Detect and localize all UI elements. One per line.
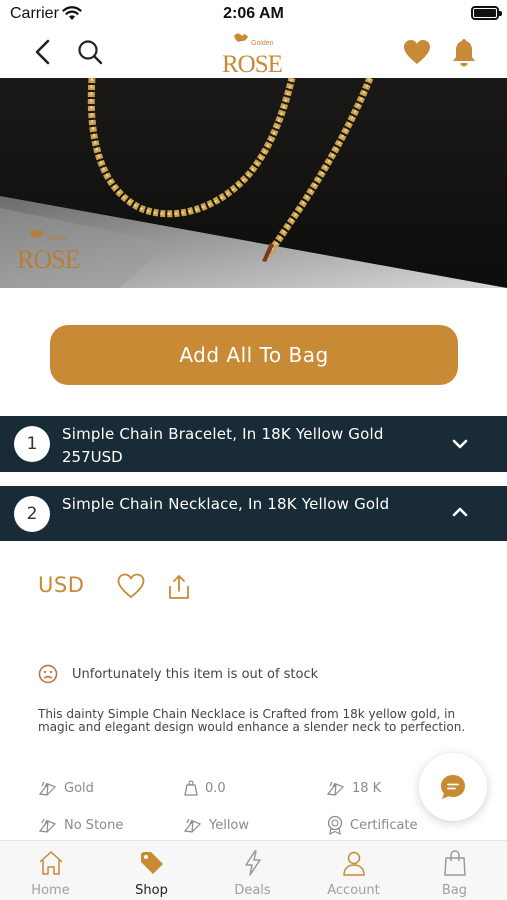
logo-small-text: Golden bbox=[251, 40, 274, 47]
certificate-icon bbox=[327, 815, 343, 835]
chevron-up-icon[interactable] bbox=[451, 506, 469, 518]
item-title: Simple Chain Necklace, In 18K Yellow Gol… bbox=[62, 495, 390, 513]
tab-bag[interactable]: Bag bbox=[404, 841, 505, 900]
item-title: Simple Chain Bracelet, In 18K Yellow Gol… bbox=[62, 425, 384, 443]
navigation-bar: Golden ROSE bbox=[0, 28, 507, 78]
notification-bell-icon[interactable] bbox=[450, 37, 478, 67]
tag-icon bbox=[140, 852, 163, 874]
attribute-metal-value: Gold bbox=[64, 780, 94, 796]
karat-icon bbox=[326, 781, 345, 796]
attribute-weight-value: 0.0 bbox=[205, 780, 226, 796]
tab-label: Shop bbox=[135, 883, 168, 898]
lightning-icon bbox=[244, 850, 261, 876]
bottom-tab-bar: Home Shop Deals Account Bag bbox=[0, 840, 507, 900]
price-currency: USD bbox=[38, 573, 85, 597]
bag-icon bbox=[443, 850, 466, 876]
stone-icon bbox=[38, 818, 57, 833]
attribute-metal: Gold bbox=[38, 778, 94, 798]
back-arrow-icon[interactable] bbox=[30, 38, 58, 66]
gem-icon bbox=[38, 781, 57, 796]
attribute-color: Yellow bbox=[183, 815, 249, 835]
watermark-small-text: Golden bbox=[48, 236, 67, 242]
chat-button[interactable] bbox=[419, 753, 487, 821]
out-of-stock-notice: Unfortunately this item is out of stock bbox=[38, 663, 318, 685]
status-bar: Carrier 2:06 AM bbox=[0, 0, 507, 28]
logo-main-text: ROSE bbox=[222, 51, 283, 76]
chat-bubble-icon bbox=[441, 775, 465, 799]
attribute-certificate-value: Certificate bbox=[350, 817, 418, 833]
product-image: Golden ROSE bbox=[0, 78, 507, 288]
item-number-badge: 2 bbox=[14, 496, 50, 532]
attribute-certificate: Certificate bbox=[326, 815, 418, 835]
tab-label: Account bbox=[327, 883, 380, 898]
attribute-stone-value: No Stone bbox=[64, 817, 124, 833]
share-icon[interactable] bbox=[166, 573, 192, 601]
chevron-down-icon[interactable] bbox=[451, 438, 469, 450]
bundle-item-bar[interactable]: 1 Simple Chain Bracelet, In 18K Yellow G… bbox=[0, 416, 507, 472]
clock: 2:06 AM bbox=[223, 5, 284, 22]
battery-icon bbox=[471, 6, 502, 20]
attribute-karat-value: 18 K bbox=[352, 780, 382, 796]
wishlist-heart-icon[interactable] bbox=[402, 38, 432, 66]
bundle-item-bar[interactable]: 2 Simple Chain Necklace, In 18K Yellow G… bbox=[0, 486, 507, 541]
product-description: This dainty Simple Chain Necklace is Cra… bbox=[38, 707, 466, 734]
favorite-heart-icon[interactable] bbox=[116, 572, 146, 600]
search-icon[interactable] bbox=[76, 38, 104, 66]
stock-message: Unfortunately this item is out of stock bbox=[72, 666, 319, 682]
attribute-color-value: Yellow bbox=[209, 817, 250, 833]
attribute-stone: No Stone bbox=[38, 815, 123, 835]
home-icon bbox=[38, 851, 63, 875]
brand-logo[interactable]: Golden ROSE bbox=[218, 30, 290, 76]
add-all-to-bag-button[interactable]: Add All To Bag bbox=[50, 325, 458, 385]
sad-face-icon bbox=[38, 664, 58, 684]
tab-shop[interactable]: Shop bbox=[101, 841, 202, 900]
color-icon bbox=[183, 818, 202, 833]
attribute-weight: 0.0 bbox=[183, 778, 226, 798]
tab-home[interactable]: Home bbox=[0, 841, 101, 900]
tab-label: Deals bbox=[234, 883, 271, 898]
watermark-main-text: ROSE bbox=[17, 245, 80, 274]
item-number-badge: 1 bbox=[14, 426, 50, 462]
weight-icon bbox=[184, 780, 198, 796]
product-photo-necklace: Golden ROSE bbox=[0, 78, 507, 288]
item-price: 257USD bbox=[62, 448, 123, 466]
person-icon bbox=[342, 851, 365, 876]
tab-label: Bag bbox=[441, 883, 468, 898]
attribute-karat: 18 K bbox=[326, 778, 381, 798]
tab-deals[interactable]: Deals bbox=[202, 841, 303, 900]
tab-label: Home bbox=[31, 883, 70, 898]
tab-account[interactable]: Account bbox=[303, 841, 404, 900]
